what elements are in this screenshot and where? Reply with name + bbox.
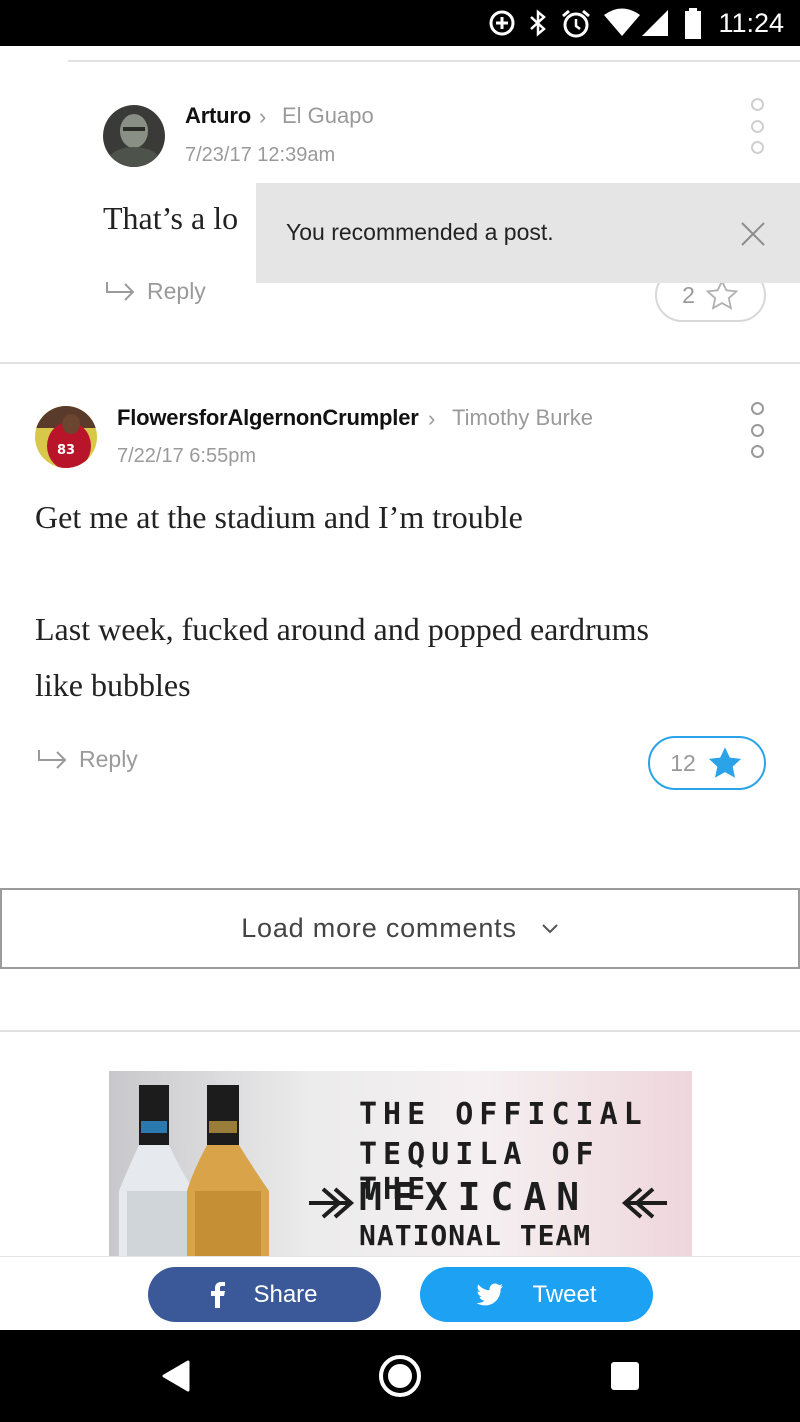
data-saver-icon	[489, 10, 515, 36]
recommend-count: 12	[670, 749, 696, 776]
more-options-icon[interactable]	[747, 402, 767, 458]
ad-text-line: THE OFFICIAL	[359, 1097, 648, 1132]
facebook-icon	[211, 1281, 226, 1308]
author-name[interactable]: Arturo	[185, 103, 251, 129]
comment-text-line: Get me at the stadium and I’m trouble	[35, 499, 523, 535]
load-more-comments-button[interactable]: Load more comments	[0, 888, 800, 969]
bluetooth-icon	[530, 9, 546, 37]
author-name[interactable]: FlowersforAlgernonCrumpler	[117, 405, 419, 431]
timestamp[interactable]: 7/22/17 6:55pm	[117, 445, 256, 468]
tequila-bottles-image	[119, 1085, 269, 1256]
reply-label: Reply	[79, 746, 138, 772]
more-options-icon[interactable]	[747, 98, 767, 154]
ad-text-line: NATIONAL TEAM	[359, 1219, 592, 1252]
tweet-label: Tweet	[532, 1280, 597, 1308]
reply-button[interactable]: Reply	[37, 746, 138, 773]
load-more-label: Load more comments	[241, 913, 517, 943]
ad-arrow-left-icon	[309, 1187, 355, 1219]
tequila-ad-banner[interactable]: THE OFFICIAL TEQUILA OF THE MEXICAN NATI…	[109, 1071, 692, 1256]
twitter-tweet-button[interactable]: Tweet	[420, 1267, 653, 1322]
comment-flowers: 83 FlowersforAlgernonCrumpler › Timothy …	[0, 364, 800, 824]
comment-text: That’s a lo	[103, 200, 239, 236]
ad-text-line: MEXICAN	[359, 1175, 590, 1219]
recommend-count: 2	[682, 281, 695, 308]
comments-content: Arturo › El Guapo 7/23/17 12:39am That’s…	[0, 46, 800, 1256]
toast-message: You recommended a post.	[286, 219, 554, 245]
reply-to-name[interactable]: Timothy Burke	[452, 405, 593, 431]
share-bar: Share Tweet	[0, 1256, 800, 1330]
star-outline-icon	[705, 279, 739, 310]
android-nav-bar	[0, 1330, 800, 1422]
recents-icon[interactable]	[610, 1361, 640, 1391]
reply-arrow-icon	[38, 749, 67, 769]
svg-text:83: 83	[57, 443, 75, 458]
facebook-share-button[interactable]: Share	[148, 1267, 381, 1322]
home-icon[interactable]	[378, 1354, 422, 1398]
battery-icon	[685, 8, 701, 39]
reply-to-chevron-icon: ›	[259, 104, 267, 129]
close-icon[interactable]	[740, 221, 766, 247]
back-icon[interactable]	[160, 1360, 190, 1392]
status-bar: 11:24	[0, 0, 800, 46]
recommend-button[interactable]: 12	[648, 736, 766, 790]
alarm-icon	[562, 9, 590, 38]
chevron-down-icon	[542, 923, 558, 933]
recommend-toast: You recommended a post.	[256, 183, 800, 283]
twitter-bird-icon	[476, 1283, 504, 1305]
status-time: 11:24	[718, 8, 784, 38]
timestamp[interactable]: 7/23/17 12:39am	[185, 144, 335, 167]
section-divider	[0, 1030, 800, 1032]
wifi-icon	[604, 8, 640, 36]
avatar[interactable]	[103, 105, 165, 167]
comment-text-line: like bubbles	[35, 667, 191, 703]
reply-button[interactable]: Reply	[105, 278, 206, 305]
avatar[interactable]: 83	[35, 406, 97, 468]
star-filled-icon	[708, 747, 741, 778]
reply-to-chevron-icon: ›	[428, 406, 436, 431]
comment-text-line: Last week, fucked around and popped eard…	[35, 611, 649, 647]
ad-arrow-right-icon	[621, 1187, 667, 1219]
reply-to-name[interactable]: El Guapo	[282, 103, 374, 129]
share-label: Share	[253, 1280, 318, 1308]
reply-arrow-icon	[106, 281, 135, 301]
cell-signal-icon	[642, 10, 668, 36]
reply-label: Reply	[147, 278, 206, 304]
